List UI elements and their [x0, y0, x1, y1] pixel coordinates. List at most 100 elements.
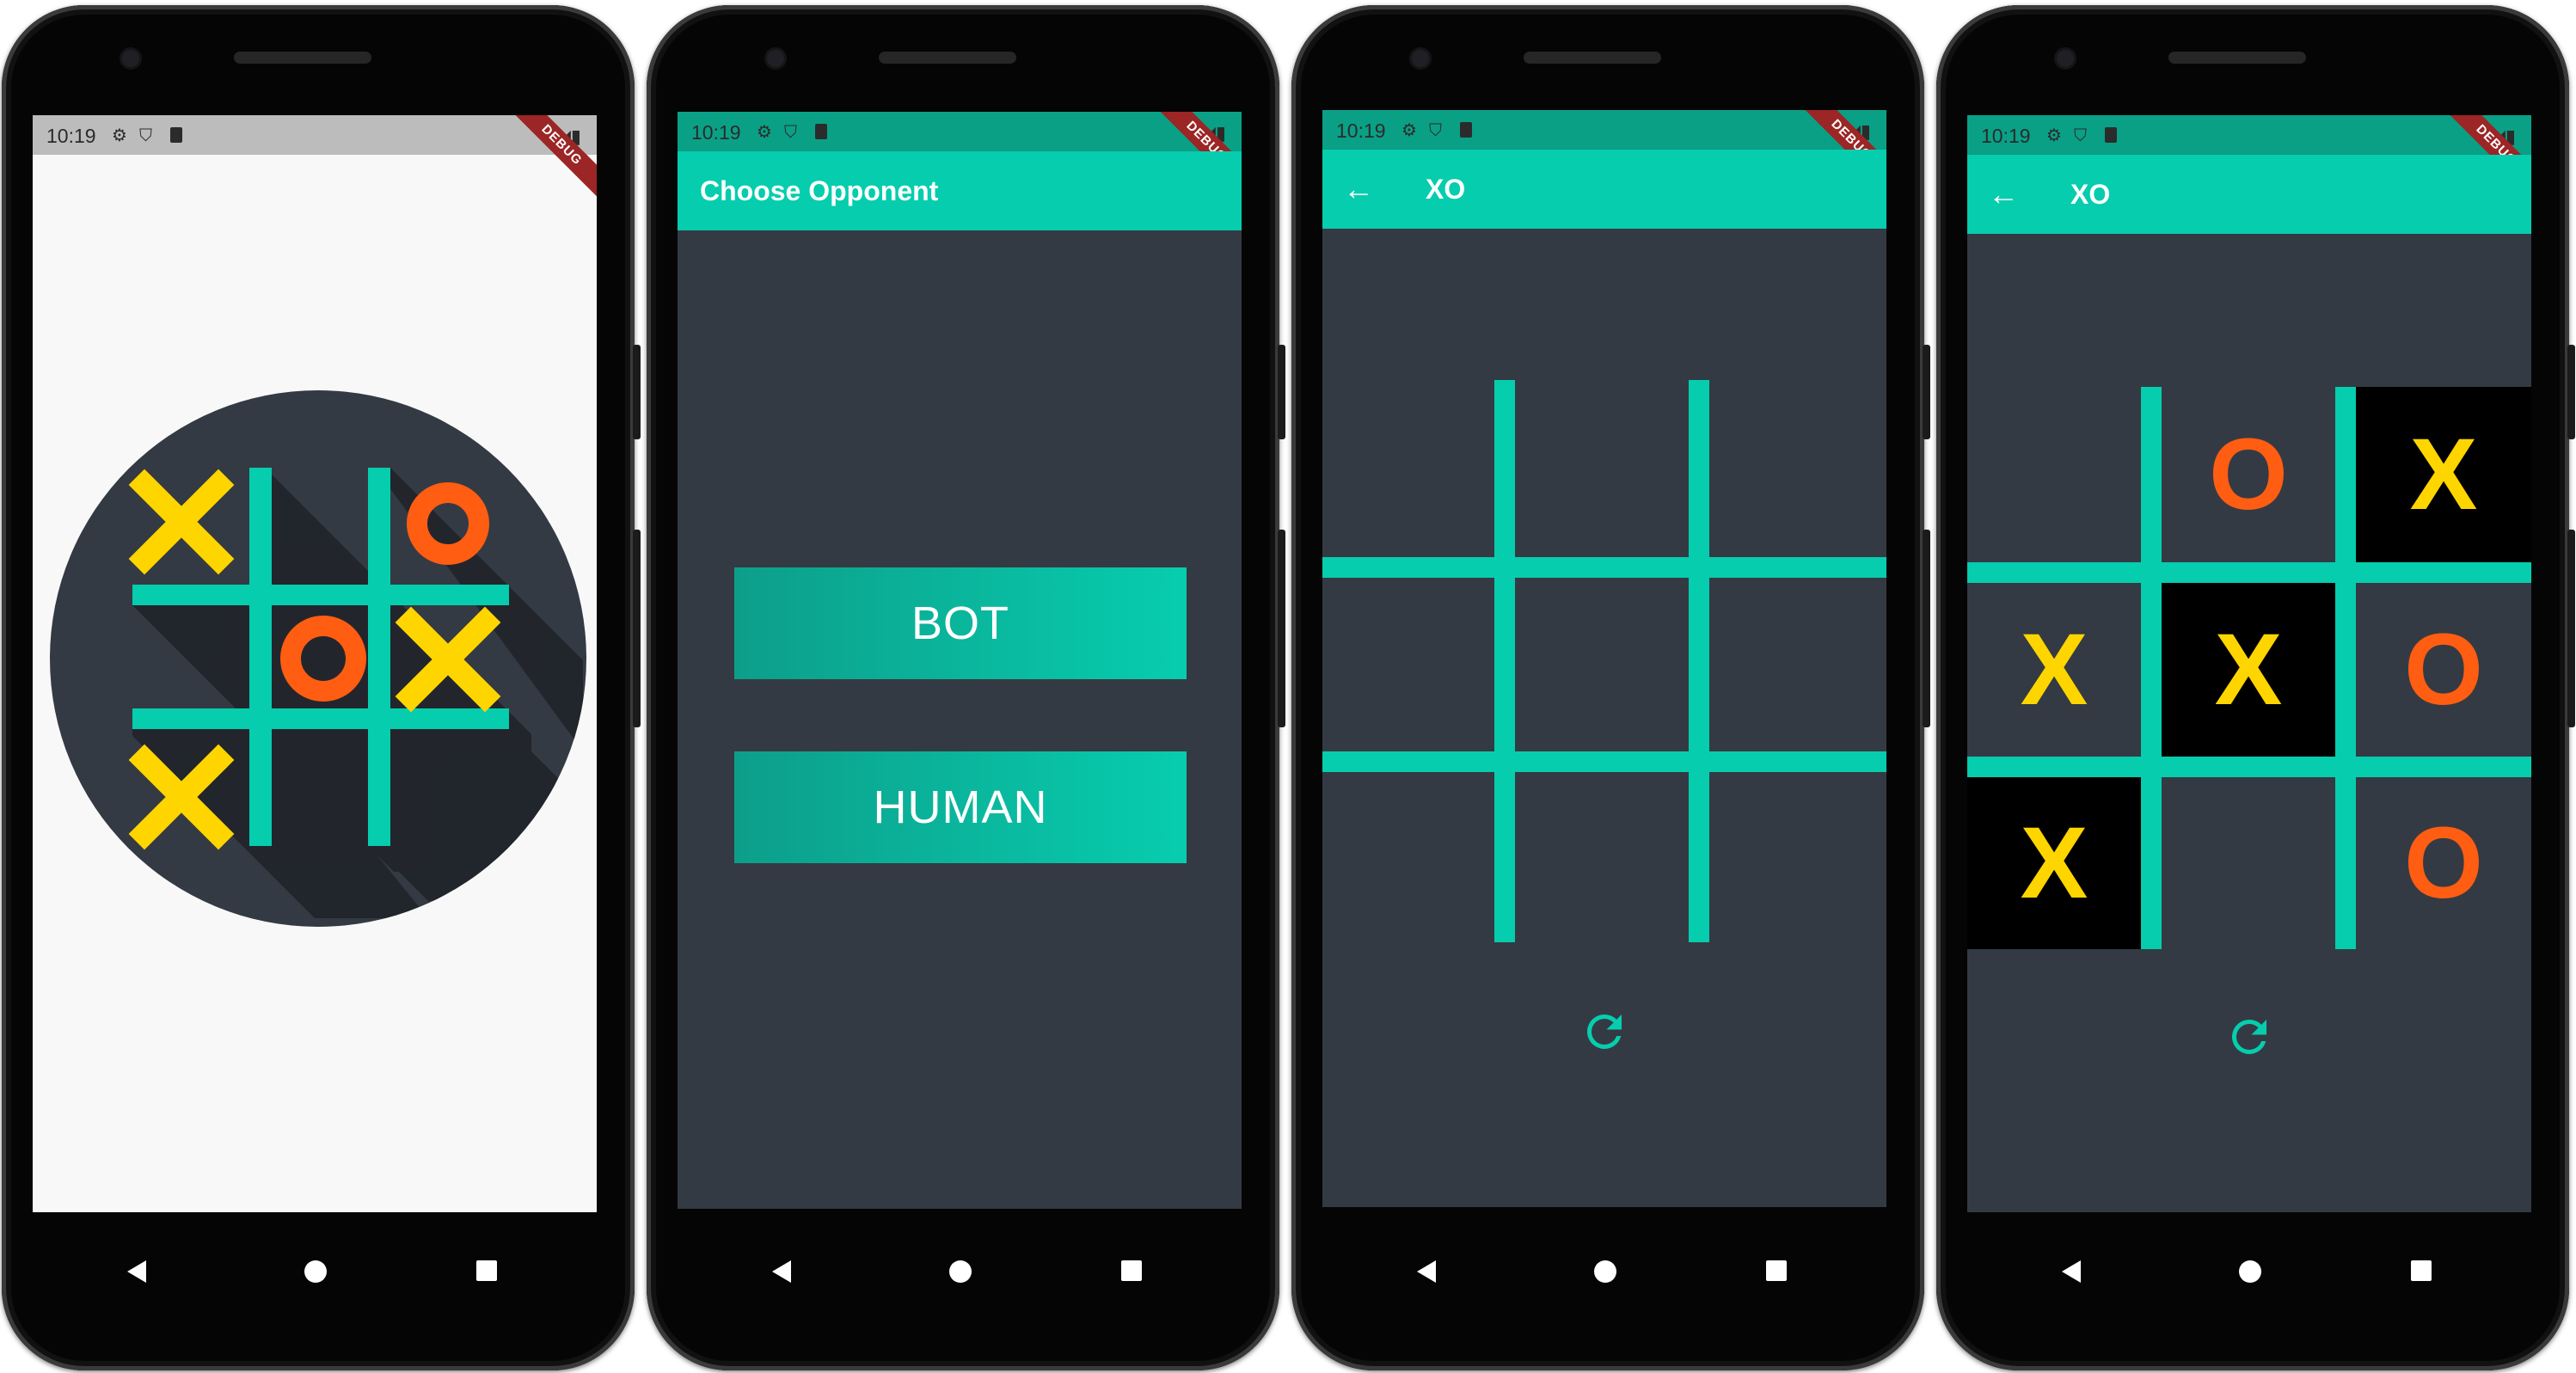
board-cell[interactable]: X: [2356, 387, 2531, 562]
app-bar: Choose Opponent: [678, 151, 1242, 230]
status-bar: 10:19 ⚙ ⛉ ◢▮ DEBUG: [1967, 115, 2531, 205]
board-cell[interactable]: X: [1967, 777, 2141, 949]
status-time: 10:19: [1336, 120, 1386, 142]
volume-button: [633, 345, 641, 439]
tic-tac-toe-logo: [50, 390, 586, 927]
game-screen-empty: 10:19 ⚙ ⛉ ◢▮ DEBUG ← XO: [1322, 110, 1886, 1207]
status-bar: 10:19 ⚙ ⛉ ◢▮ DEBUG: [33, 115, 597, 205]
board-cell[interactable]: [1515, 380, 1689, 557]
logo-grid-line: [132, 585, 509, 605]
shield-status-icon: ⛉: [139, 126, 152, 145]
choose-opponent-screen: 10:19 ⚙ ⛉ ◢▮ DEBUG Choose Opponent BOT H…: [678, 112, 1242, 1209]
sim-status-icon: [815, 124, 827, 139]
board-grid-line: [1322, 751, 1886, 772]
arrow-back-icon[interactable]: ←: [1988, 155, 2019, 234]
page-title: XO: [2070, 179, 2111, 210]
shield-status-icon: ⛉: [2074, 126, 2087, 145]
opponent-options: BOT HUMAN: [678, 230, 1242, 1209]
earpiece-speaker: [234, 52, 371, 64]
nav-back-icon[interactable]: [772, 1260, 791, 1283]
game-screen-played: 10:19 ⚙ ⛉ ◢▮ DEBUG ← XO OXOXXXO: [1967, 115, 2531, 1212]
nav-recents-icon[interactable]: [2411, 1260, 2432, 1281]
sim-status-icon: [170, 127, 182, 143]
power-button: [2567, 530, 2575, 727]
page-title: XO: [1426, 174, 1466, 205]
app-bar: ← XO: [1967, 155, 2531, 234]
board-grid-line: [1322, 557, 1886, 578]
settings-status-icon: ⚙: [2046, 126, 2062, 145]
nav-recents-icon[interactable]: [476, 1260, 497, 1281]
logo-grid-line: [249, 468, 272, 846]
sim-status-icon: [2105, 127, 2117, 143]
page-title: Choose Opponent: [700, 175, 939, 206]
status-bar: 10:19 ⚙ ⛉ ◢▮ DEBUG: [678, 112, 1242, 202]
nav-back-icon[interactable]: [1417, 1260, 1436, 1283]
power-button: [1278, 530, 1285, 727]
board-cell[interactable]: [1322, 380, 1494, 557]
volume-button: [1278, 345, 1285, 439]
nav-home-icon[interactable]: [949, 1260, 972, 1283]
system-nav-bar: [1322, 1207, 1886, 1370]
board-cell[interactable]: O: [2356, 583, 2531, 757]
nav-home-icon[interactable]: [304, 1260, 327, 1283]
phone-frame-empty-board: 10:19 ⚙ ⛉ ◢▮ DEBUG ← XO: [1291, 5, 1930, 1370]
status-time: 10:19: [1981, 125, 2031, 147]
splash-screen: 10:19 ⚙ ⛉ ◢▮ DEBUG: [33, 115, 597, 1212]
board-grid-line: [2335, 387, 2356, 949]
board-cell[interactable]: [1967, 387, 2141, 562]
settings-status-icon: ⚙: [112, 126, 127, 145]
board-cell[interactable]: O: [2162, 387, 2335, 562]
system-nav-bar: [33, 1207, 597, 1370]
debug-banner: DEBUG: [501, 115, 597, 205]
game-board: OXOXXXO: [1967, 387, 2531, 949]
earpiece-speaker: [2168, 52, 2306, 64]
shield-status-icon: ⛉: [1429, 121, 1442, 140]
power-button: [1923, 530, 1930, 727]
earpiece-speaker: [1524, 52, 1661, 64]
logo-grid-line: [132, 708, 509, 729]
refresh-icon[interactable]: [1579, 1006, 1630, 1057]
arrow-back-icon[interactable]: ←: [1343, 150, 1374, 229]
nav-recents-icon[interactable]: [1766, 1260, 1787, 1281]
front-camera: [1412, 50, 1429, 67]
board-cell[interactable]: X: [2162, 583, 2335, 757]
game-area: [1322, 229, 1886, 1207]
logo-grid-line: [368, 468, 390, 846]
phone-frame-splash: 10:19 ⚙ ⛉ ◢▮ DEBUG: [2, 5, 641, 1370]
board-cell[interactable]: [1515, 772, 1689, 942]
nav-home-icon[interactable]: [1594, 1260, 1616, 1283]
board-cell[interactable]: [1322, 578, 1494, 751]
board-cell[interactable]: [1515, 578, 1689, 751]
board-cell[interactable]: X: [1967, 583, 2141, 757]
board-cell[interactable]: [1709, 380, 1886, 557]
board-grid-line: [1967, 562, 2531, 583]
system-nav-bar: [678, 1207, 1242, 1370]
board-cell[interactable]: [2162, 777, 2335, 949]
status-bar: 10:19 ⚙ ⛉ ◢▮ DEBUG: [1322, 110, 1886, 200]
power-button: [633, 530, 641, 727]
shield-status-icon: ⛉: [784, 123, 797, 142]
game-board: [1322, 380, 1886, 942]
board-cell[interactable]: [1322, 772, 1494, 942]
nav-home-icon[interactable]: [2239, 1260, 2261, 1283]
board-cell[interactable]: [1709, 578, 1886, 751]
app-bar: ← XO: [1322, 150, 1886, 229]
status-time: 10:19: [46, 125, 96, 147]
settings-status-icon: ⚙: [1401, 121, 1417, 140]
nav-recents-icon[interactable]: [1121, 1260, 1142, 1281]
human-button[interactable]: HUMAN: [734, 751, 1187, 863]
board-cell[interactable]: O: [2356, 777, 2531, 949]
refresh-icon[interactable]: [2223, 1011, 2275, 1063]
settings-status-icon: ⚙: [757, 123, 772, 142]
system-nav-bar: [1967, 1207, 2531, 1370]
phone-frame-choose-opponent: 10:19 ⚙ ⛉ ◢▮ DEBUG Choose Opponent BOT H…: [647, 5, 1285, 1370]
nav-back-icon[interactable]: [127, 1260, 146, 1283]
phone-frame-played-board: 10:19 ⚙ ⛉ ◢▮ DEBUG ← XO OXOXXXO: [1936, 5, 2575, 1370]
board-grid-line: [1689, 380, 1709, 942]
board-cell[interactable]: [1709, 772, 1886, 942]
earpiece-speaker: [879, 52, 1016, 64]
front-camera: [767, 50, 784, 67]
bot-button[interactable]: BOT: [734, 567, 1187, 679]
game-area: OXOXXXO: [1967, 234, 2531, 1212]
nav-back-icon[interactable]: [2062, 1260, 2081, 1283]
